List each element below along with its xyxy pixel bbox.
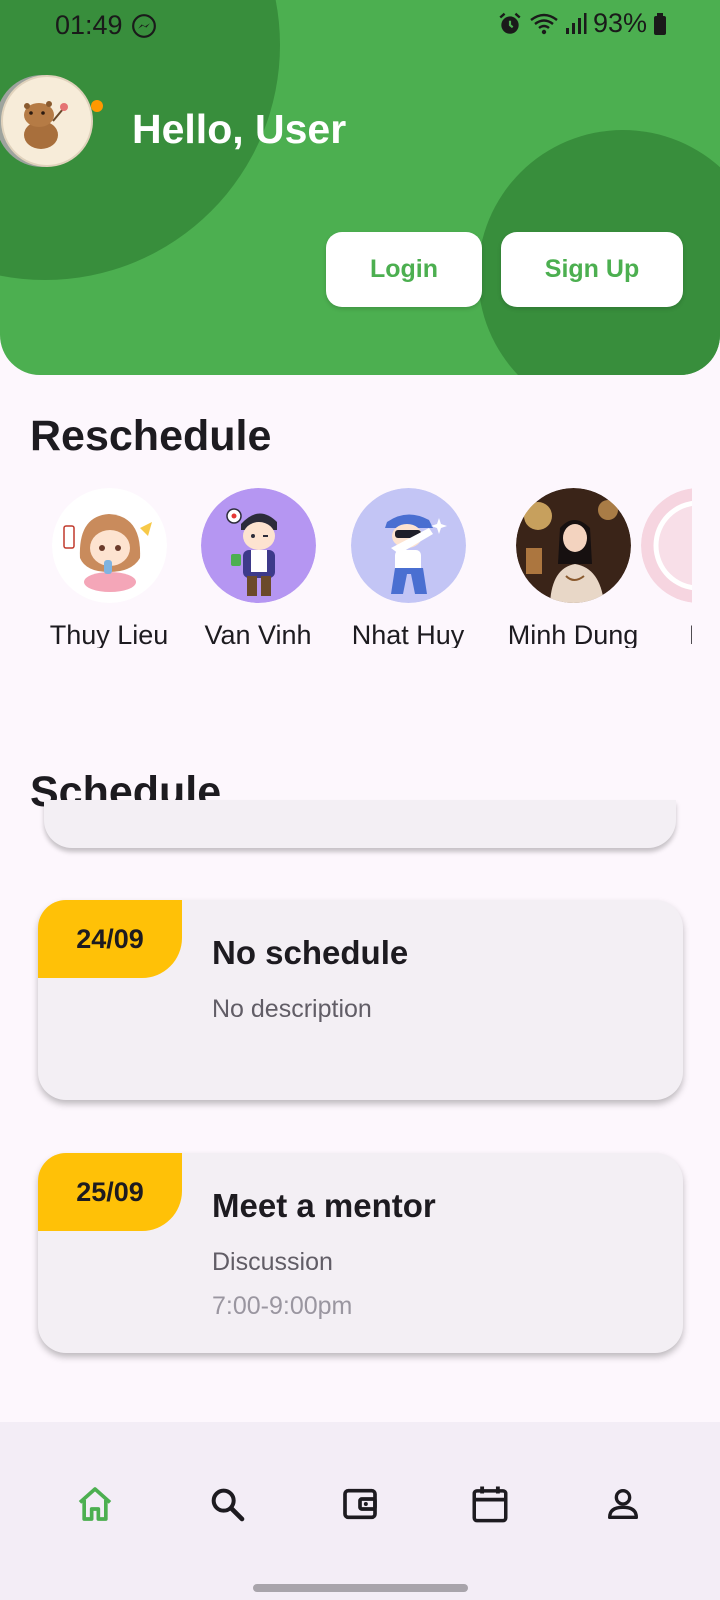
nav-wallet[interactable] <box>330 1474 390 1534</box>
schedule-card[interactable]: 24/09 No schedule No description <box>38 900 683 1100</box>
greeting: Hello, User <box>132 106 347 152</box>
messenger-icon <box>132 14 156 38</box>
calendar-icon <box>472 1486 508 1523</box>
battery-percent: 93% <box>592 8 647 38</box>
person-avatar <box>515 488 631 603</box>
schedule-card[interactable]: 25/09 Meet a mentor Discussion 7:00-9:00… <box>38 1153 683 1353</box>
nav-profile[interactable] <box>593 1474 653 1534</box>
schedule-description: Discussion <box>212 1248 333 1276</box>
nav-calendar[interactable] <box>460 1474 520 1534</box>
profile-icon <box>608 1489 638 1519</box>
status-time: 01:49 <box>55 10 123 40</box>
login-button[interactable]: Login <box>326 232 482 307</box>
person-name: B <box>618 620 692 648</box>
person-avatar <box>640 488 692 603</box>
schedule-time: 7:00-9:00pm <box>212 1292 353 1320</box>
wallet-icon <box>343 1488 377 1520</box>
home-icon <box>78 1487 112 1521</box>
date-badge: 24/09 <box>38 900 182 978</box>
signal-icon <box>565 12 587 34</box>
wifi-icon <box>530 13 558 34</box>
person-avatar <box>51 488 167 603</box>
person-thuy-lieu[interactable]: Thuy Lieu <box>29 488 189 648</box>
user-avatar[interactable] <box>0 63 103 179</box>
status-bar: 01:49 93% <box>0 0 720 52</box>
person-name: Thuy Lieu <box>49 620 169 648</box>
person-name: Van Vinh <box>204 620 312 648</box>
nav-search[interactable] <box>197 1474 257 1534</box>
person-nhat-huy[interactable]: Nhat Huy <box>328 488 488 648</box>
person-van-vinh[interactable]: Van Vinh <box>178 488 338 648</box>
search-icon <box>211 1488 245 1522</box>
sign-up-button[interactable]: Sign Up <box>501 232 683 307</box>
person-avatar <box>350 488 466 603</box>
gesture-bar[interactable] <box>253 1584 468 1592</box>
alarm-icon <box>499 12 521 34</box>
bottom-nav <box>0 1422 720 1600</box>
person-b[interactable]: B <box>618 488 692 648</box>
schedule-title-text: Meet a mentor <box>212 1187 436 1224</box>
schedule-title-text: No schedule <box>212 934 409 971</box>
reschedule-list[interactable]: Thuy Lieu Van Vinh Nhat Huy Minh Dung <box>0 488 692 648</box>
battery-icon <box>654 12 666 35</box>
person-name: Nhat Huy <box>351 620 465 648</box>
date-badge: 25/09 <box>38 1153 182 1231</box>
header: 01:49 93% Hello, User Login Sign Up <box>0 0 720 375</box>
nav-home[interactable] <box>65 1474 125 1534</box>
reschedule-title: Reschedule <box>30 412 272 460</box>
schedule-description: No description <box>212 995 372 1023</box>
schedule-card-partial[interactable] <box>44 800 676 848</box>
person-avatar <box>200 488 316 603</box>
